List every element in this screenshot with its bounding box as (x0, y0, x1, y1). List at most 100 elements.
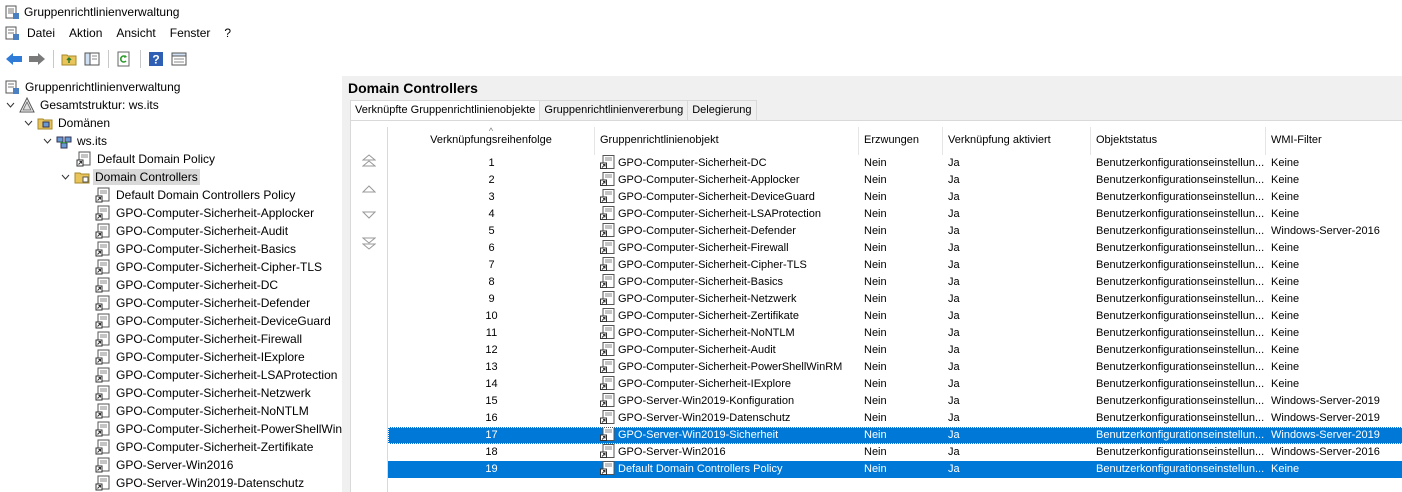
tree-node-gpo-link[interactable]: GPO-Computer-Sicherheit-Basics (95, 240, 298, 258)
table-row[interactable]: 8 GPO-Computer-Sicherheit-Basics Nein Ja Ben… (388, 274, 1402, 291)
cell-gpo: GPO-Server-Win2019-Sicherheit (595, 427, 859, 444)
tree-node-gpo-link[interactable]: GPO-Server-Win2016 (95, 456, 235, 474)
table-row[interactable]: 14 GPO-Computer-Sicherheit-IExplore Nein Ja… (388, 376, 1402, 393)
tab-delegation[interactable]: Delegierung (687, 100, 757, 120)
cell-link-enabled: Ja (948, 327, 960, 339)
tree-label: GPO-Computer-Sicherheit-IExplore (116, 350, 305, 364)
refresh-button[interactable] (113, 48, 135, 70)
cell-gpo-label: Default Domain Controllers Policy (618, 463, 783, 475)
tree-node-gpo-link[interactable]: GPO-Computer-Sicherheit-DC (95, 276, 280, 294)
forward-button[interactable] (26, 48, 48, 70)
tree-node-domain-controllers[interactable]: Domain Controllers (59, 168, 200, 186)
cell-link-enabled: Ja (948, 361, 960, 373)
tree-node-gpo-link[interactable]: GPO-Computer-Sicherheit-Zertifikate (95, 438, 315, 456)
svg-text:?: ? (152, 53, 159, 67)
table-row[interactable]: 7 GPO-Computer-Sicherheit-Cipher-TLS Nein J… (388, 257, 1402, 274)
tree-node-gpo-link[interactable]: GPO-Computer-Sicherheit-IExplore (95, 348, 307, 366)
tree-node-gpo-link[interactable]: GPO-Computer-Sicherheit-PowerShellWinRM (95, 420, 342, 438)
menu-aktion[interactable]: Aktion (62, 23, 109, 43)
table-row[interactable]: 6 GPO-Computer-Sicherheit-Firewall Nein Ja B… (388, 240, 1402, 257)
sort-ascending-icon: ^ (488, 127, 494, 136)
help-button[interactable]: ? (145, 48, 167, 70)
table-row[interactable]: 11 GPO-Computer-Sicherheit-NoNTLM Nein Ja Be… (388, 325, 1402, 342)
table-row[interactable]: 2 GPO-Computer-Sicherheit-Applocker Nein Ja… (388, 172, 1402, 189)
cell-status: Benutzerkonfigurationseinstellun... (1096, 446, 1265, 458)
table-row[interactable]: 9 GPO-Computer-Sicherheit-Netzwerk Nein Ja B… (388, 291, 1402, 308)
tab-inheritance[interactable]: Gruppenrichtlinienvererbung (539, 100, 689, 120)
cell-link-enabled: Ja (948, 259, 960, 271)
back-button[interactable] (3, 48, 25, 70)
tree-node-gpo-link[interactable]: GPO-Computer-Sicherheit-Audit (95, 222, 290, 240)
folder-up-button[interactable] (58, 48, 80, 70)
chevron-down-icon[interactable] (22, 117, 34, 129)
cell-link-enabled: Ja (948, 344, 960, 356)
tree-node-forest[interactable]: Gesamtstruktur: ws.its (4, 96, 161, 114)
table-row[interactable]: 16 GPO-Server-Win2019-Datenschutz Nein Ja Be… (388, 410, 1402, 427)
cell-gpo: GPO-Server-Win2019-Konfiguration (595, 393, 859, 410)
tree-node-gpo-link[interactable]: GPO-Computer-Sicherheit-Applocker (95, 204, 316, 222)
menu-ansicht[interactable]: Ansicht (109, 23, 162, 43)
gpo-link-icon (95, 187, 110, 203)
cell-status: Benutzerkonfigurationseinstellun... (1096, 242, 1265, 254)
table-row[interactable]: 13 GPO-Computer-Sicherheit-PowerShellWinR… (388, 359, 1402, 376)
tree-node-domains[interactable]: Domänen (22, 114, 112, 132)
table-row[interactable]: 3 GPO-Computer-Sicherheit-DeviceGuard Nein… (388, 189, 1402, 206)
tree-node-gpo-link[interactable]: GPO-Computer-Sicherheit-LSAProtection (95, 366, 339, 384)
tree-node-gpo-link[interactable]: GPO-Server-Win2019-Datenschutz (95, 474, 306, 492)
menu-fenster[interactable]: Fenster (163, 23, 218, 43)
chevron-down-icon[interactable] (4, 99, 16, 111)
table-row[interactable]: 19 Default Domain Controllers Policy Nein J… (388, 461, 1402, 478)
column-header-enforced[interactable]: Erzwungen (859, 127, 943, 155)
table-row[interactable]: 18 GPO-Server-Win2016 Nein Ja Benutzerkonfig… (388, 444, 1402, 461)
tree-node-gpo-link[interactable]: GPO-Computer-Sicherheit-Cipher-TLS (95, 258, 324, 276)
table-row[interactable]: 15 GPO-Server-Win2019-Konfiguration Nein Ja… (388, 393, 1402, 410)
tab-linked-gpos[interactable]: Verknüpfte Gruppenrichtlinienobjekte (350, 100, 541, 121)
column-header-wmi-filter[interactable]: WMI-Filter (1266, 127, 1402, 155)
gpo-link-icon (600, 342, 615, 356)
move-up-button[interactable] (359, 179, 379, 199)
tree-node-gpo-link[interactable]: Default Domain Controllers Policy (95, 186, 297, 204)
column-header-order[interactable]: ^ Verknüpfungsreihenfolge (388, 127, 595, 155)
tree-label: GPO-Computer-Sicherheit-Audit (116, 224, 289, 238)
tree-node-root[interactable]: Gruppenrichtlinienverwaltung (4, 78, 182, 96)
double-chevron-down-icon (362, 237, 376, 250)
tree-label: GPO-Computer-Sicherheit-PowerShellWinRM (116, 422, 342, 436)
move-to-top-button[interactable] (359, 151, 379, 171)
tree-node-gpo-link[interactable]: GPO-Computer-Sicherheit-Defender (95, 294, 312, 312)
cell-status: Benutzerkonfigurationseinstellun... (1096, 395, 1265, 407)
tree-node-domain[interactable]: ws.its (41, 132, 109, 150)
table-row[interactable]: 5 GPO-Computer-Sicherheit-Defender Nein Ja B… (388, 223, 1402, 240)
column-header-status[interactable]: Objektstatus (1091, 127, 1266, 155)
table-row[interactable]: 12 GPO-Computer-Sicherheit-Audit Nein Ja Ben… (388, 342, 1402, 359)
gpo-link-icon (95, 295, 110, 311)
cell-wmi-filter: Keine (1271, 293, 1300, 305)
tree-label: GPO-Computer-Sicherheit-Netzwerk (116, 386, 311, 400)
cell-gpo: GPO-Computer-Sicherheit-IExplore (595, 376, 859, 393)
chevron-down-icon[interactable] (41, 135, 53, 147)
properties-button[interactable] (168, 48, 190, 70)
cell-order: 8 (488, 276, 495, 288)
cell-wmi-filter: Keine (1271, 361, 1300, 373)
cell-link-enabled: Ja (948, 225, 960, 237)
table-row[interactable]: 4 GPO-Computer-Sicherheit-LSAProtection Ne… (388, 206, 1402, 223)
cell-status: Benutzerkonfigurationseinstellun... (1096, 463, 1265, 475)
column-header-gpo[interactable]: Gruppenrichtlinienobjekt (595, 127, 859, 155)
tree-node-default-domain-policy[interactable]: Default Domain Policy (76, 150, 217, 168)
move-down-button[interactable] (359, 205, 379, 225)
chevron-down-icon[interactable] (59, 171, 71, 183)
table-row[interactable]: 17 GPO-Server-Win2019-Sicherheit Nein Ja Ben… (388, 427, 1402, 444)
tree-node-gpo-link[interactable]: GPO-Computer-Sicherheit-Firewall (95, 330, 304, 348)
system-menu-icon[interactable] (4, 25, 20, 41)
show-hide-tree-button[interactable] (81, 48, 103, 70)
menu-help[interactable]: ? (217, 23, 238, 43)
tree-node-gpo-link[interactable]: GPO-Computer-Sicherheit-DeviceGuard (95, 312, 333, 330)
menu-datei[interactable]: Datei (20, 23, 62, 43)
tree-node-gpo-link[interactable]: GPO-Computer-Sicherheit-Netzwerk (95, 384, 313, 402)
cell-wmi-filter: Keine (1271, 259, 1300, 271)
cell-gpo-label: GPO-Computer-Sicherheit-Defender (618, 225, 796, 237)
table-row[interactable]: 1 GPO-Computer-Sicherheit-DC Nein Ja Benutze… (388, 155, 1402, 172)
column-header-link-enabled[interactable]: Verknüpfung aktiviert (943, 127, 1091, 155)
tree-node-gpo-link[interactable]: GPO-Computer-Sicherheit-NoNTLM (95, 402, 311, 420)
move-to-bottom-button[interactable] (359, 233, 379, 253)
table-row[interactable]: 10 GPO-Computer-Sicherheit-Zertifikate Nei… (388, 308, 1402, 325)
